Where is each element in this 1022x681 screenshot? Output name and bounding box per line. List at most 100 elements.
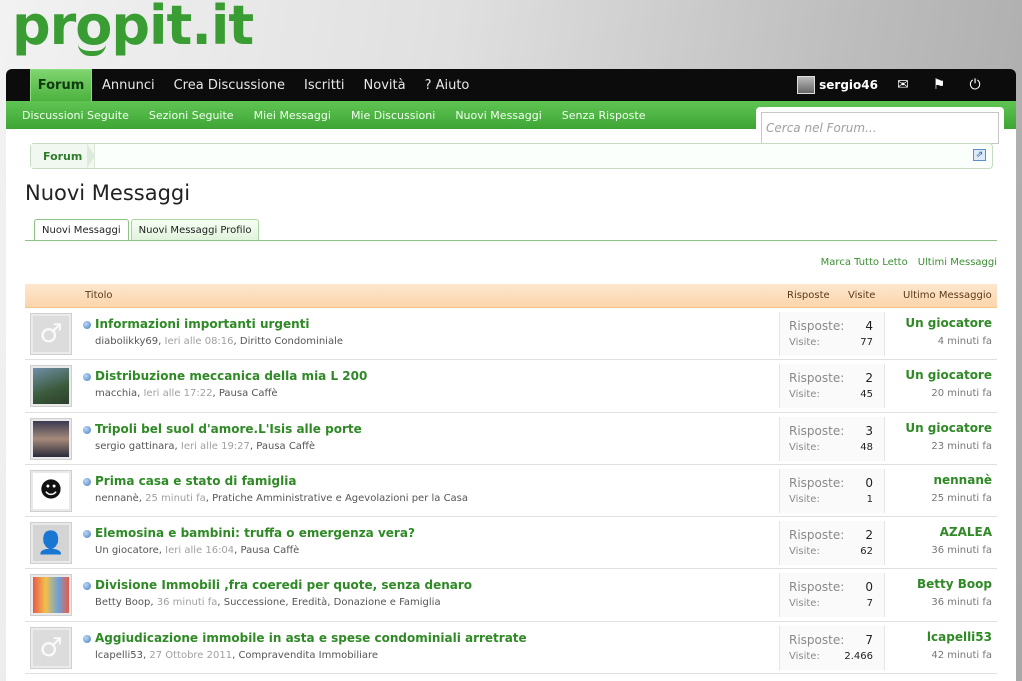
tab-forum[interactable]: Forum [30,69,92,101]
subnav-senza-risposte[interactable]: Senza Risposte [562,109,646,122]
avatar[interactable]: ☻ [30,469,72,512]
thread-row: ♂ Aggiudicazione immobile in asta e spes… [25,621,997,675]
page-title: Nuovi Messaggi [25,181,191,205]
last-poster[interactable]: Betty Boop [917,577,992,591]
thread-section[interactable]: Pausa Caffè [256,441,315,452]
thread-row: ♂ Informazioni importanti urgenti diabol… [25,308,997,361]
header-replies[interactable]: Risposte [787,290,830,301]
unread-bullet-icon [83,530,91,539]
views-label: Visite: [789,650,820,662]
thread-date[interactable]: 27 Ottobre 2011 [149,650,232,661]
last-poster[interactable]: Un giocatore [905,368,992,382]
thread-author[interactable]: Un giocatore [95,545,159,556]
header-title[interactable]: Titolo [85,290,113,301]
thread-list: ♂ Informazioni importanti urgenti diabol… [25,308,997,675]
unread-bullet-icon [83,321,91,329]
header-views[interactable]: Visite [848,290,875,301]
thread-section[interactable]: Successione, Eredità, Donazione e Famigl… [224,597,441,608]
replies-label: Risposte: [789,475,845,490]
last-poster[interactable]: lcapelli53 [927,630,992,644]
flag-icon[interactable]: ⚑ [928,77,950,93]
thread-title[interactable]: Prima casa e stato di famiglia [95,474,296,488]
thread-date[interactable]: Ieri alle 19:27 [181,441,250,452]
subnav-nuovi-messaggi[interactable]: Nuovi Messaggi [455,109,541,122]
last-post-time[interactable]: 25 minuti fa [931,493,992,504]
avatar[interactable] [30,365,72,408]
last-post-time[interactable]: 36 minuti fa [931,597,992,608]
replies-count: 3 [865,423,873,438]
avatar[interactable]: ♂ [30,626,72,669]
nav-link-aiuto[interactable]: ? Aiuto [425,78,470,93]
thread-date[interactable]: Ieri alle 08:16 [165,336,234,347]
breadcrumb-forum[interactable]: Forum [31,144,96,168]
last-poster[interactable]: Un giocatore [905,316,992,330]
power-icon[interactable]: ⏻ [964,77,986,93]
last-poster[interactable]: nennanè [933,473,992,487]
thread-date[interactable]: 25 minuti fa [145,493,206,504]
thread-date[interactable]: 36 minuti fa [157,597,218,608]
mark-all-read-link[interactable]: Marca Tutto Letto [821,257,908,268]
search-input[interactable] [761,112,999,144]
thread-author[interactable]: macchia [95,388,137,399]
views-count: 7 [866,598,873,610]
last-post-time[interactable]: 42 minuti fa [931,650,992,661]
last-post-time[interactable]: 4 minuti fa [938,336,992,347]
thread-section[interactable]: Pausa Caffè [219,388,278,399]
last-poster[interactable]: Un giocatore [905,421,992,435]
unread-bullet-icon [83,634,91,643]
last-post-time[interactable]: 23 minuti fa [931,441,992,452]
thread-stats: Risposte: 4 Visite: 77 [779,312,885,356]
thread-title[interactable]: Elemosina e bambini: truffa o emergenza … [95,526,415,540]
subnav-sezioni-seguite[interactable]: Sezioni Seguite [149,109,234,122]
last-post-time[interactable]: 36 minuti fa [931,545,992,556]
tab-nuovi-messaggi[interactable]: Nuovi Messaggi [34,219,129,241]
thread-section[interactable]: Pausa Caffè [241,545,300,556]
thread-title[interactable]: Tripoli bel suol d'amore.L'Isis alle por… [95,422,362,436]
avatar[interactable] [30,417,72,460]
thread-meta: Betty Boop, 36 minuti fa, Successione, E… [95,597,441,609]
thread-meta: sergio gattinara, Ieri alle 19:27, Pausa… [95,440,315,452]
replies-label: Risposte: [789,632,845,647]
nav-link-iscritti[interactable]: Iscritti [304,78,345,93]
subnav-discussioni-seguite[interactable]: Discussioni Seguite [22,109,129,122]
thread-stats: Risposte: 0 Visite: 7 [779,573,885,618]
thread-section[interactable]: Compravendita Immobiliare [238,650,378,661]
site-logo[interactable]: propit.it [12,0,254,57]
thread-author[interactable]: nennanè [95,493,139,504]
thread-title[interactable]: Aggiudicazione immobile in asta e spese … [95,631,527,645]
latest-messages-link[interactable]: Ultimi Messaggi [918,257,997,268]
thread-section[interactable]: Pratiche Amministrative e Agevolazioni p… [212,493,468,504]
thread-title[interactable]: Distribuzione meccanica della mia L 200 [95,369,367,383]
jump-to-icon[interactable]: ⇗ [973,149,986,161]
thread-author[interactable]: sergio gattinara [95,441,175,452]
avatar[interactable]: 👤 [30,522,72,565]
thread-author[interactable]: Betty Boop [95,597,150,608]
last-post-time[interactable]: 20 minuti fa [931,388,992,399]
views-count: 2.466 [844,650,873,662]
nav-link-crea-discussione[interactable]: Crea Discussione [174,78,285,93]
subnav-mie-discussioni[interactable]: Mie Discussioni [351,109,435,122]
thread-title[interactable]: Informazioni importanti urgenti [95,317,310,331]
thread-author[interactable]: diabolikky69 [95,336,158,347]
avatar[interactable] [30,574,72,617]
nav-link-annunci[interactable]: Annunci [102,78,155,93]
header-last-message[interactable]: Ultimo Messaggio [903,290,992,301]
main-navbar: Forum Annunci Crea Discussione Iscritti … [6,69,1016,101]
username[interactable]: sergio46 [819,78,878,92]
tab-nuovi-messaggi-profilo[interactable]: Nuovi Messaggi Profilo [130,219,260,241]
thread-date[interactable]: Ieri alle 17:22 [143,388,212,399]
thread-date[interactable]: Ieri alle 16:04 [165,545,234,556]
last-poster[interactable]: AZALEA [940,525,992,539]
thread-author[interactable]: lcapelli53 [95,650,143,661]
subnav-miei-messaggi[interactable]: Miei Messaggi [254,109,331,122]
replies-count: 0 [865,475,873,490]
thread-title[interactable]: Divisione Immobili ,fra coeredi per quot… [95,578,472,592]
avatar[interactable]: ♂ [30,313,72,355]
thread-section[interactable]: Diritto Condominiale [240,336,343,347]
list-header: Titolo Risposte Visite Ultimo Messaggio [25,284,997,308]
user-avatar[interactable] [797,76,816,94]
nav-link-novita[interactable]: Novità [364,78,406,93]
male-silhouette-icon: ♂ [33,316,69,352]
replies-count: 2 [865,528,873,543]
envelope-icon[interactable]: ✉ [892,77,914,93]
